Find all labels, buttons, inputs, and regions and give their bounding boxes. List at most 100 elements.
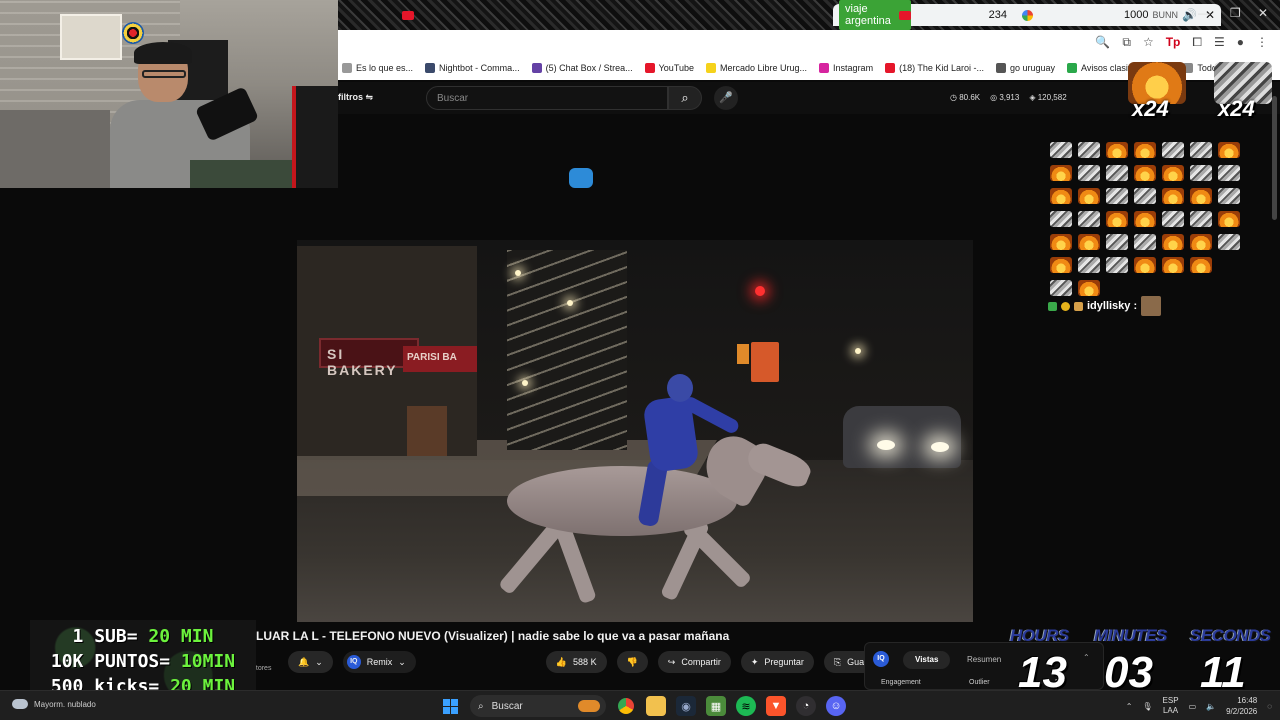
taskbar-search[interactable]: ⌕ Buscar — [470, 695, 606, 717]
windows-logo-square — [442, 706, 450, 714]
bookmark-item[interactable]: Nightbot - Comma... — [425, 63, 520, 73]
clock-date: 9/2/2026 — [1226, 707, 1258, 716]
windows-logo-square — [450, 698, 458, 706]
bookmark-star-icon[interactable]: ☆ — [1143, 35, 1154, 50]
fire-emote-icon — [1134, 165, 1156, 181]
menu-dots-icon[interactable]: ⋮ — [1256, 35, 1268, 50]
maximize-icon[interactable]: ❐ — [1230, 6, 1241, 20]
bw-emote-icon — [1218, 188, 1240, 204]
bookmark-item[interactable]: go uruguay — [995, 63, 1055, 73]
clock-time: 16:48 — [1237, 696, 1258, 705]
zoom-icon[interactable]: 🔍 — [1095, 35, 1110, 50]
bookmark-item[interactable]: Instagram — [819, 63, 873, 73]
video-parisi-sign: PARISI BA — [403, 346, 477, 372]
spotify-app[interactable]: ≋ — [736, 696, 756, 716]
ask-button[interactable]: ✦ Preguntar — [740, 651, 814, 673]
chrome-icon — [618, 698, 634, 714]
bookmark-item[interactable]: (5) Chat Box / Strea... — [531, 63, 633, 73]
bookmark-item[interactable]: Mercado Libre Urug... — [706, 63, 807, 73]
video-car — [843, 406, 961, 468]
tab-value-1: 234 — [988, 9, 1007, 21]
brave-app[interactable]: ▼ — [766, 696, 786, 716]
chevron-up-icon[interactable]: ⌃ — [1126, 702, 1133, 711]
browser-tab-youtube-1[interactable] — [396, 4, 420, 26]
streamer-glasses — [142, 70, 186, 78]
google-icon — [1022, 9, 1033, 21]
discord-icon: ☺ — [830, 700, 842, 712]
share-button[interactable]: ↪ Compartir — [657, 651, 731, 673]
chevron-up-icon[interactable]: ⌃ — [1083, 653, 1090, 662]
iq-tab-vistas[interactable]: Vistas — [903, 651, 951, 669]
streamer-cap — [134, 42, 192, 64]
search-icon: ⌕ — [478, 700, 484, 712]
monitor-icon[interactable]: ▭ — [1189, 702, 1197, 711]
fire-emote-icon — [1162, 165, 1184, 181]
steam-app[interactable]: ◉ — [676, 696, 696, 716]
volume-icon[interactable]: 🔈 — [1206, 702, 1216, 711]
like-button[interactable]: 👍 588 K — [545, 651, 607, 673]
bw-emote-icon — [1050, 211, 1072, 227]
fire-emote-icon — [1078, 234, 1100, 250]
keyboard-layout: LAA — [1162, 706, 1179, 715]
fire-emote-icon — [1162, 188, 1184, 204]
brave-lion-icon: ▼ — [770, 700, 782, 712]
close-window-icon[interactable]: ✕ — [1258, 6, 1268, 20]
tab-value-2: 1000 — [1123, 9, 1149, 21]
clock[interactable]: 16:48 9/2/2026 — [1226, 695, 1257, 717]
search-input[interactable]: Buscar — [426, 86, 668, 110]
language-indicator[interactable]: ESP LAA — [1163, 696, 1179, 716]
file-explorer-app[interactable] — [646, 696, 666, 716]
minecraft-app[interactable]: ▦ — [706, 696, 726, 716]
extensions-puzzle-icon[interactable]: ⧠ — [1192, 35, 1202, 50]
bookmark-favicon-icon — [425, 63, 436, 73]
car-headlight — [877, 440, 895, 450]
emote-slot — [1134, 280, 1156, 296]
cast-icon[interactable]: ⧉ — [1122, 35, 1131, 50]
webcam-overlay — [0, 0, 338, 188]
chat-scrollbar[interactable] — [1272, 96, 1277, 220]
bw-emote-icon — [1190, 165, 1212, 181]
dislike-button[interactable]: 👎 — [616, 651, 648, 673]
bookmark-item[interactable]: (18) The Kid Laroi -... — [885, 63, 984, 73]
video-player[interactable]: SI BAKERY PARISI BA — [297, 240, 973, 622]
weather-widget[interactable]: Mayorm. nublado — [12, 699, 96, 709]
obs-icon: ◔ — [802, 700, 810, 712]
filters-label: filtros — [338, 92, 364, 102]
chrome-app[interactable] — [616, 696, 636, 716]
speaker-icon[interactable]: 🔊 — [1182, 8, 1197, 22]
obs-app[interactable]: ◔ — [796, 696, 816, 716]
profile-avatar-icon[interactable]: ● — [1237, 35, 1244, 50]
chat-badge-icon — [1048, 301, 1057, 311]
subathon-rule-1: 1 SUB= 20 MIN — [30, 626, 256, 647]
filters-button[interactable]: filtros ⇋ — [338, 92, 373, 103]
bookmark-item[interactable]: Todo — [1183, 63, 1217, 73]
rule-2-right: 10MIN — [180, 651, 236, 672]
emote-slot — [1162, 280, 1184, 296]
share-label: Compartir — [681, 657, 721, 667]
browser-tab-google[interactable] — [1016, 4, 1039, 26]
notification-bell-button[interactable]: 🔔 ⌄ — [288, 651, 333, 673]
notification-icon[interactable]: ◌ — [1267, 702, 1272, 711]
video-shop-window — [407, 406, 447, 456]
browser-tab-youtube-2[interactable] — [893, 4, 917, 26]
reading-list-icon[interactable]: ☰ — [1214, 35, 1225, 50]
bw-emote-icon — [1218, 165, 1240, 181]
fire-emote-icon — [1050, 188, 1072, 204]
x24-emote-fire: x24 — [1128, 62, 1188, 122]
minimize-icon[interactable]: — — [1198, 6, 1210, 20]
voice-search-button[interactable]: 🎤 — [714, 86, 738, 110]
remix-button[interactable]: IQ Remix ⌄ — [342, 651, 416, 673]
address-bar[interactable]: 🔍 ⧉ ☆ Tp ⧠ ☰ ● ⋮ — [338, 30, 1280, 56]
extension-tp-icon[interactable]: Tp — [1166, 35, 1181, 50]
bookmark-item[interactable]: Es lo que es... — [342, 63, 413, 73]
video-street-light — [567, 300, 573, 306]
microphone-icon[interactable]: 🎙 — [1142, 702, 1152, 711]
discord-app[interactable]: ☺ — [826, 696, 846, 716]
search-button[interactable]: ⌕ — [668, 86, 702, 110]
taskbar-search-label: Buscar — [491, 700, 523, 712]
iq-tab-resumen[interactable]: Resumen — [955, 651, 1013, 669]
start-button[interactable] — [440, 696, 460, 716]
cloud-icon — [12, 699, 28, 709]
bookmark-item[interactable]: YouTube — [644, 63, 694, 73]
bookmark-label: YouTube — [658, 63, 694, 73]
